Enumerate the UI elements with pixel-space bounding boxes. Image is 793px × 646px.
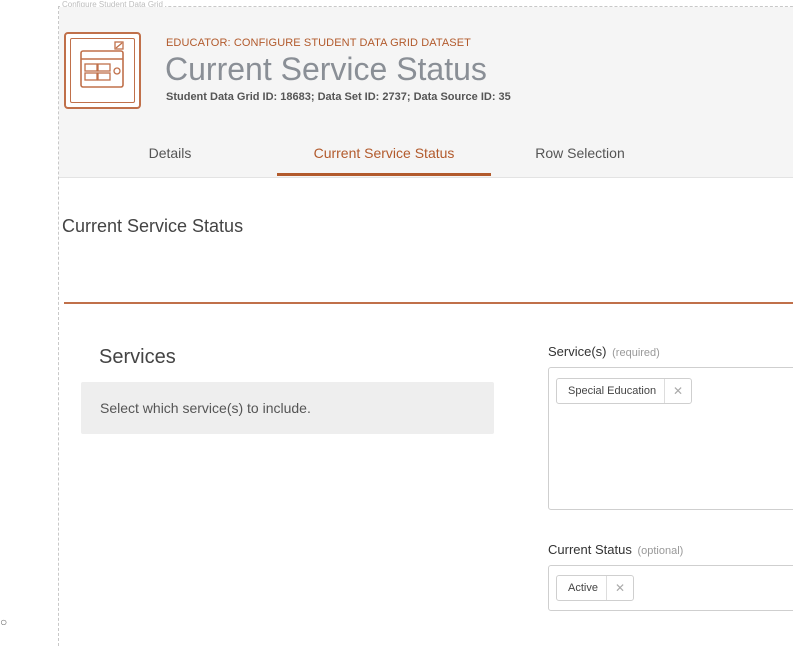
current-status-optional-hint: (optional) (637, 545, 684, 557)
services-description: Select which service(s) to include. (81, 382, 494, 434)
services-multiselect[interactable]: Special Education ✕ (548, 367, 793, 510)
page-title: Current Service Status (165, 51, 487, 87)
section-divider (64, 302, 793, 304)
close-icon[interactable]: ✕ (605, 576, 633, 600)
chip-active: Active ✕ (556, 575, 634, 601)
chip-label: Special Education (568, 385, 657, 397)
tab-current-service-status[interactable]: Current Service Status (277, 145, 491, 161)
chip-label: Active (568, 582, 598, 594)
current-status-label-text: Current Status (548, 542, 632, 557)
services-heading: Services (99, 346, 176, 368)
tab-row-selection[interactable]: Row Selection (525, 145, 635, 161)
tab-details[interactable]: Details (120, 145, 220, 161)
current-status-multiselect[interactable]: Active ✕ (548, 565, 793, 611)
current-status-field-label: Current Status (optional) (548, 542, 683, 557)
header-ids: Student Data Grid ID: 18683; Data Set ID… (166, 91, 511, 103)
services-field-label: Service(s) (required) (548, 344, 660, 359)
services-required-hint: (required) (612, 347, 660, 359)
services-label-text: Service(s) (548, 344, 607, 359)
close-icon[interactable]: ✕ (664, 379, 691, 403)
circle-icon: ○ (0, 615, 8, 629)
header-eyebrow: EDUCATOR: CONFIGURE STUDENT DATA GRID DA… (166, 37, 471, 49)
active-tab-indicator (277, 173, 491, 176)
section-title: Current Service Status (62, 216, 244, 236)
chip-special-education: Special Education ✕ (556, 378, 693, 404)
data-grid-config-icon (64, 32, 141, 109)
